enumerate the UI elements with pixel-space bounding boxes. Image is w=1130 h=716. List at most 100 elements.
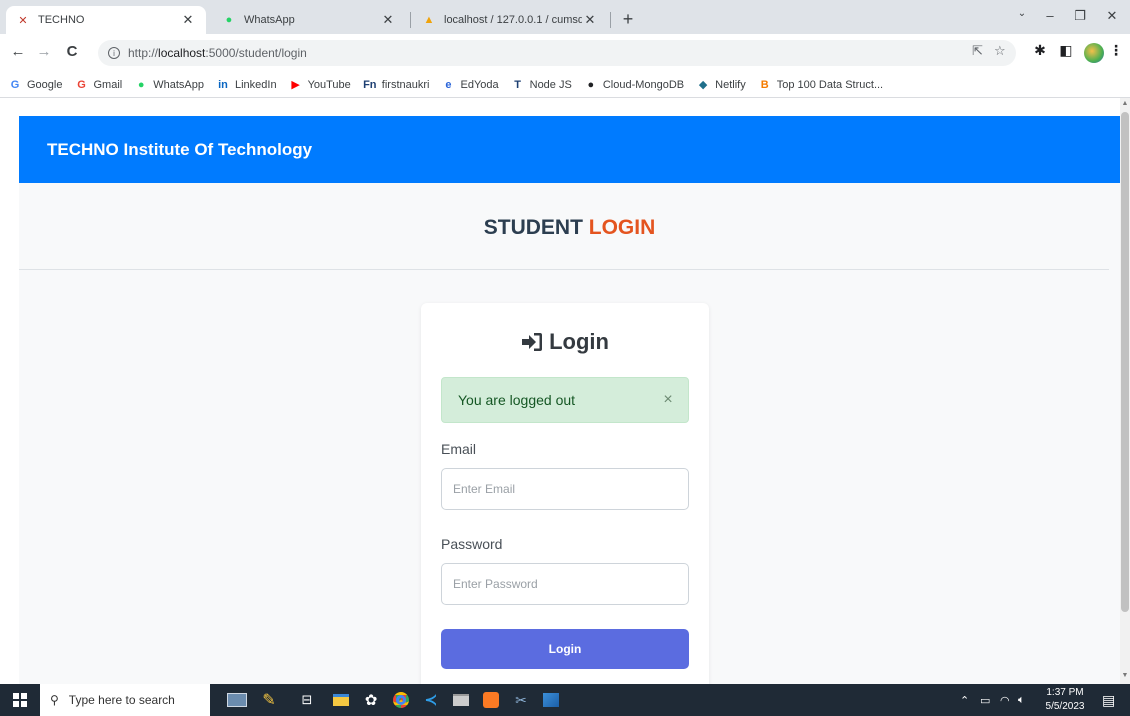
gmail-icon: G xyxy=(77,78,86,91)
extensions-puzzle-icon[interactable]: ✱ xyxy=(1030,42,1050,59)
bookmark-label: Netlify xyxy=(715,78,746,91)
xampp-icon[interactable] xyxy=(478,684,504,716)
tab-close-icon[interactable]: ✕ xyxy=(180,12,196,28)
close-icon[interactable]: × xyxy=(648,391,688,409)
bookmark-star-icon[interactable]: ☆ xyxy=(994,43,1006,59)
bookmark-label: Google xyxy=(27,78,63,91)
wifi-icon[interactable]: ◠ xyxy=(1000,684,1010,716)
mongodb-icon: ● xyxy=(587,78,595,91)
window-close-icon[interactable]: ✕ xyxy=(1102,8,1122,24)
restore-icon[interactable]: ❐ xyxy=(1070,8,1090,24)
paint-brush-icon[interactable]: ✎ xyxy=(254,684,284,716)
login-title-text: Login xyxy=(549,329,609,354)
site-info-icon[interactable]: i xyxy=(108,47,120,59)
tab-title: TECHNO xyxy=(38,14,85,26)
site-navbar: TECHNO Institute Of Technology xyxy=(19,116,1120,183)
taskbar-search-placeholder: Type here to search xyxy=(68,693,175,707)
side-panel-icon[interactable]: ◧ xyxy=(1056,42,1076,59)
bookmark-item[interactable]: Fn firstnaukri xyxy=(363,78,430,92)
login-card-title: Login xyxy=(421,329,709,355)
bookmark-label: WhatsApp xyxy=(153,78,204,91)
logout-alert: You are logged out × xyxy=(441,377,689,423)
bookmark-label: LinkedIn xyxy=(234,78,277,91)
bookmark-item[interactable]: T Node JS xyxy=(511,78,572,92)
whatsapp-icon: ● xyxy=(137,78,145,91)
windows-start-icon[interactable] xyxy=(8,684,32,716)
tab-close-icon[interactable]: ✕ xyxy=(582,12,598,28)
password-label: Password xyxy=(441,536,503,552)
menu-kebab-icon[interactable]: ⋮ xyxy=(1106,42,1126,59)
windows-taskbar: ⚲ Type here to search ✎ ⊟ ✿ ≺ ✂ ⌃ ▭ ◠ 🔈︎… xyxy=(0,684,1130,716)
page-viewport: TECHNO Institute Of Technology STUDENT L… xyxy=(0,98,1130,684)
bookmark-item[interactable]: G Gmail xyxy=(74,78,122,92)
new-tab-plus-icon[interactable]: + xyxy=(618,10,638,28)
section-divider xyxy=(19,269,1109,270)
tab-separator xyxy=(410,12,411,28)
site-brand[interactable]: TECHNO Institute Of Technology xyxy=(47,140,312,160)
bookmark-label: Node JS xyxy=(529,78,572,91)
browser-tab-strip: ✕ TECHNO ✕ ● WhatsApp ✕ ▲ localhost / 12… xyxy=(0,0,1130,34)
taskbar-search[interactable]: ⚲ Type here to search xyxy=(40,684,210,716)
bookmark-item[interactable]: ◆ Netlify xyxy=(696,78,746,92)
profile-avatar[interactable] xyxy=(1084,43,1104,63)
login-button[interactable]: Login xyxy=(441,629,689,669)
clock-time: 1:37 PM xyxy=(1046,687,1084,698)
notifications-icon[interactable]: ▤ xyxy=(1102,684,1115,716)
techno-x-icon: ✕ xyxy=(18,14,28,27)
page-title-accent: LOGIN xyxy=(588,216,656,239)
page-scrollbar[interactable]: ▲ ▼ xyxy=(1120,98,1130,684)
task-view-icon[interactable]: ⊟ xyxy=(294,684,320,716)
firstnaukri-icon: Fn xyxy=(363,78,377,91)
bookmark-item[interactable]: B Top 100 Data Struct... xyxy=(758,78,883,92)
url-scheme: http:// xyxy=(128,46,159,60)
snipping-tool-icon[interactable]: ✂ xyxy=(508,684,534,716)
tab-phpmyadmin[interactable]: ▲ localhost / 127.0.0.1 / cumsdbms ✕ xyxy=(412,6,608,34)
photos-icon[interactable] xyxy=(538,684,564,716)
sign-in-icon xyxy=(522,333,543,351)
search-icon: ⚲ xyxy=(50,693,59,707)
browser-toolbar: ← → C i http://localhost:5000/student/lo… xyxy=(0,34,1130,72)
bookmark-item[interactable]: e EdYoda xyxy=(441,78,498,92)
reload-icon[interactable]: C xyxy=(62,44,82,60)
tab-search-chevron-icon[interactable]: ⌄ xyxy=(1012,8,1032,19)
settings-gear-icon[interactable]: ✿ xyxy=(358,684,384,716)
blogger-icon: B xyxy=(760,78,769,91)
bookmark-item[interactable]: ● WhatsApp xyxy=(134,78,204,92)
bookmark-label: Gmail xyxy=(93,78,123,91)
tray-chevron-up-icon[interactable]: ⌃ xyxy=(960,684,969,716)
bookmark-item[interactable]: G Google xyxy=(8,78,63,92)
tab-whatsapp[interactable]: ● WhatsApp ✕ xyxy=(212,6,406,34)
tab-techno[interactable]: ✕ TECHNO ✕ xyxy=(6,6,206,34)
tab-close-icon[interactable]: ✕ xyxy=(380,12,396,28)
news-widget-icon[interactable] xyxy=(222,684,252,716)
bookmark-label: EdYoda xyxy=(460,78,499,91)
youtube-icon: ▶ xyxy=(291,79,300,91)
taskbar-clock[interactable]: 1:37 PM 5/5/2023 xyxy=(1040,686,1090,714)
email-field[interactable] xyxy=(441,468,689,510)
file-explorer-icon[interactable] xyxy=(328,684,354,716)
bookmark-item[interactable]: in LinkedIn xyxy=(216,78,277,92)
address-bar[interactable]: i http://localhost:5000/student/login xyxy=(98,40,1016,66)
minimize-icon[interactable]: – xyxy=(1040,8,1060,23)
nodejs-icon: T xyxy=(514,78,521,91)
back-arrow-icon[interactable]: ← xyxy=(8,44,28,60)
forward-arrow-icon[interactable]: → xyxy=(34,44,54,60)
page-title-main: STUDENT xyxy=(483,216,583,239)
chrome-icon[interactable] xyxy=(388,684,414,716)
volume-icon[interactable]: 🔈︎ xyxy=(1018,684,1025,716)
terminal-icon[interactable] xyxy=(448,684,474,716)
url-path: :5000/student/login xyxy=(205,46,307,60)
bookmark-label: firstnaukri xyxy=(381,78,430,91)
network-icon[interactable]: ▭ xyxy=(980,684,990,716)
bookmark-item[interactable]: ▶ YouTube xyxy=(289,78,351,92)
share-icon[interactable]: ⇱ xyxy=(972,43,983,59)
vscode-icon[interactable]: ≺ xyxy=(418,684,444,716)
scroll-up-arrow-icon[interactable]: ▲ xyxy=(1120,100,1130,107)
bookmark-label: YouTube xyxy=(307,78,351,91)
tab-separator xyxy=(610,12,611,28)
bookmark-item[interactable]: ● Cloud-MongoDB xyxy=(584,78,685,92)
scroll-down-arrow-icon[interactable]: ▼ xyxy=(1120,672,1130,679)
scrollbar-thumb[interactable] xyxy=(1121,112,1129,612)
netlify-icon: ◆ xyxy=(698,79,708,91)
password-field[interactable] xyxy=(441,563,689,605)
